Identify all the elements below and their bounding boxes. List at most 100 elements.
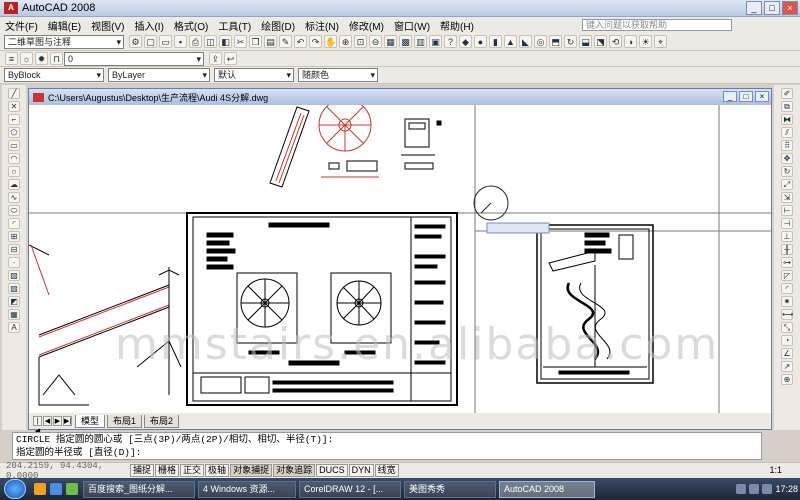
chamfer-icon[interactable]: ◸ [781,270,793,281]
insert-block-icon[interactable]: ⊞ [8,231,20,242]
copy-object-icon[interactable]: ⧉ [781,101,793,112]
copy-icon[interactable]: ❐ [249,35,262,48]
plotstyle-select[interactable]: 随颜色 [298,68,378,82]
otrack-toggle[interactable]: 对象追踪 [273,464,316,477]
pan-icon[interactable]: ✋ [324,35,337,48]
command-line[interactable]: CIRCLE 指定圆的圆心或 [三点(3P)/两点(2P)/相切、相切、半径(T… [12,432,762,460]
color-select[interactable]: ByBlock [4,68,104,82]
line-icon[interactable]: ╱ [8,88,20,99]
mtext-icon[interactable]: A [8,322,20,333]
task-coreldraw[interactable]: CorelDRAW 12 - [... [299,480,401,498]
erase-icon[interactable]: ✐ [781,88,793,99]
arc-icon[interactable]: ◠ [8,153,20,164]
match-properties-icon[interactable]: ✎ [279,35,292,48]
menu-edit[interactable]: 编辑(E) [43,18,86,33]
task-meitu[interactable]: 美图秀秀 [404,480,496,498]
open-file-icon[interactable]: ▭ [159,35,172,48]
scale-icon[interactable]: ⤢ [781,179,793,190]
layer-select[interactable]: 0 [64,51,204,66]
revision-cloud-icon[interactable]: ☁ [8,179,20,190]
lightbulb-icon[interactable]: ☼ [20,52,33,65]
layer-previous-icon[interactable]: ↩ [224,52,237,65]
tolerance-icon[interactable]: ⊕ [781,374,793,385]
array-icon[interactable]: ⠿ [781,140,793,151]
lineweight-select[interactable]: 默认 [214,68,294,82]
construction-line-icon[interactable]: ✕ [8,101,20,112]
dimension-angular-icon[interactable]: ∠ [781,348,793,359]
properties-icon[interactable]: ▦ [384,35,397,48]
tab-first-button[interactable]: |◀ [33,416,42,435]
annotation-scale[interactable]: 1:1 [769,465,782,475]
render-icon[interactable]: ☀ [639,35,652,48]
calculator-icon[interactable]: ▣ [429,35,442,48]
view-top-icon[interactable]: ⬓ [579,35,592,48]
make-current-layer-icon[interactable]: ⇪ [209,52,222,65]
menu-file[interactable]: 文件(F) [0,18,43,33]
wedge-icon[interactable]: ◣ [519,35,532,48]
ellipse-arc-icon[interactable]: ◜ [8,218,20,229]
stretch-icon[interactable]: ⇲ [781,192,793,203]
task-explorer[interactable]: 4 Windows 资源... [198,480,296,498]
redo-icon[interactable]: ↷ [309,35,322,48]
help-search-input[interactable]: 键入问题以获取帮助 [582,19,732,31]
polyline-icon[interactable]: ⌐ [8,114,20,125]
revolve-icon[interactable]: ↻ [564,35,577,48]
rectangle-icon[interactable]: ▭ [8,140,20,151]
task-baidu[interactable]: 百度搜索_图纸分解... [83,480,195,498]
tab-last-button[interactable]: ▶| [63,416,72,426]
tab-layout1[interactable]: 布局1 [107,414,143,428]
osnap-toggle[interactable]: 对象捕捉 [230,464,273,477]
tab-model[interactable]: 模型 [75,414,106,428]
rotate-icon[interactable]: ↻ [781,166,793,177]
model-space-canvas[interactable]: mmstairs.en.alibaba.com [29,105,771,413]
dimension-radius-icon[interactable]: ◔ [781,335,793,346]
zoom-previous-icon[interactable]: ⊖ [369,35,382,48]
cylinder-icon[interactable]: ▮ [489,35,502,48]
dimension-linear-icon[interactable]: ⟷ [781,309,793,320]
layer-manager-icon[interactable]: ≡ [5,52,18,65]
explode-icon[interactable]: ✷ [781,296,793,307]
menu-help[interactable]: 帮助(H) [435,18,479,33]
tab-layout2[interactable]: 布局2 [144,414,180,428]
cut-icon[interactable]: ✂ [234,35,247,48]
ellipse-icon[interactable]: ⬭ [8,205,20,216]
make-block-icon[interactable]: ⊟ [8,244,20,255]
ducs-toggle[interactable]: DUCS [316,464,348,477]
maximize-button[interactable]: □ [764,1,780,15]
menu-tools[interactable]: 工具(T) [213,18,256,33]
menu-modify[interactable]: 修改(M) [344,18,389,33]
trim-icon[interactable]: ⊢ [781,205,793,216]
hatch-icon[interactable]: ▧ [8,270,20,281]
task-autocad[interactable]: AutoCAD 2008 [499,480,595,498]
menu-insert[interactable]: 插入(I) [129,18,168,33]
region-icon[interactable]: ◩ [8,296,20,307]
break-at-point-icon[interactable]: ⊥ [781,231,793,242]
zoom-realtime-icon[interactable]: ⊕ [339,35,352,48]
leader-icon[interactable]: ↗ [781,361,793,372]
start-orb-icon[interactable] [4,479,26,499]
spline-icon[interactable]: ∿ [8,192,20,203]
circle-icon[interactable]: ○ [8,166,20,177]
extend-icon[interactable]: ⊣ [781,218,793,229]
tray-volume-icon[interactable] [749,484,760,494]
grid-toggle[interactable]: 栅格 [155,464,180,477]
preview-icon[interactable]: ◫ [204,35,217,48]
print-icon[interactable]: ⎙ [189,35,202,48]
tab-next-button[interactable]: ▶ [53,416,62,426]
lock-icon[interactable]: ⊓ [50,52,63,65]
clock[interactable]: 17:28 [775,484,798,494]
gradient-icon[interactable]: ▨ [8,283,20,294]
tab-prev-button[interactable]: ◀ [43,416,52,426]
torus-icon[interactable]: ◎ [534,35,547,48]
cone-icon[interactable]: ▲ [504,35,517,48]
linetype-select[interactable]: ByLayer [108,68,210,82]
table-icon[interactable]: ▦ [8,309,20,320]
tray-network-icon[interactable] [736,484,747,494]
sphere-icon[interactable]: ● [474,35,487,48]
publish-icon[interactable]: ◧ [219,35,232,48]
camera-icon[interactable]: ⌖ [654,35,667,48]
menu-draw[interactable]: 绘图(D) [256,18,300,33]
polar-toggle[interactable]: 极轴 [205,464,230,477]
mirror-icon[interactable]: ⧓ [781,114,793,125]
tool-palettes-icon[interactable]: ▥ [414,35,427,48]
